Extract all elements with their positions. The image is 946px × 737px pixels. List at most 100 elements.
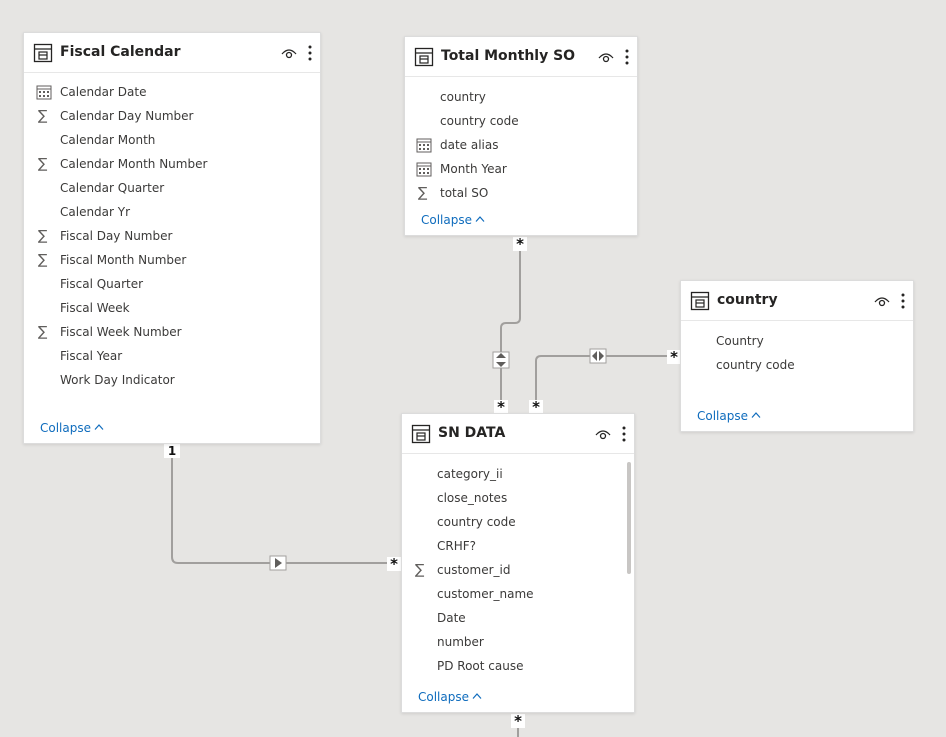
direction-arrow-both-vertical-icon (492, 351, 510, 369)
collapse-link[interactable]: Collapse (421, 213, 485, 227)
more-options-icon[interactable] (307, 44, 313, 62)
field-row[interactable]: ∑ Calendar Day Number (38, 105, 194, 127)
table-header[interactable]: Fiscal Calendar (24, 33, 320, 73)
relationship-fiscal-sn (171, 458, 389, 564)
field-label: Fiscal Month Number (60, 253, 187, 267)
table-title: Total Monthly SO (441, 48, 576, 64)
field-row[interactable]: number (437, 631, 484, 653)
field-row[interactable]: CRHF? (437, 535, 476, 557)
field-row[interactable]: Work Day Indicator (60, 369, 175, 391)
field-label: country (440, 90, 486, 104)
direction-arrow-both-horizontal-icon (589, 348, 607, 364)
collapse-link[interactable]: Collapse (418, 690, 482, 704)
eye-icon[interactable] (595, 427, 611, 441)
cardinality-many-sn-bottom: * (511, 714, 525, 729)
field-row[interactable]: Fiscal Week (60, 297, 130, 319)
field-label: CRHF? (437, 539, 477, 553)
field-label: country code (440, 114, 519, 128)
more-options-icon[interactable] (624, 48, 630, 66)
sigma-icon: ∑ (38, 228, 48, 244)
table-header[interactable]: country (681, 281, 913, 321)
field-label: country code (716, 358, 795, 372)
field-label: Work Day Indicator (60, 373, 175, 387)
field-row[interactable]: ∑ customer_id (415, 559, 511, 581)
field-label: total SO (440, 186, 489, 200)
field-row[interactable]: ∑ total SO (418, 182, 489, 204)
more-options-icon[interactable] (621, 425, 627, 443)
field-row[interactable]: close_notes (437, 487, 507, 509)
sigma-icon: ∑ (418, 185, 428, 201)
sigma-icon: ∑ (38, 324, 48, 340)
table-icon (414, 47, 434, 67)
collapse-label: Collapse (697, 409, 748, 423)
collapse-link[interactable]: Collapse (40, 421, 104, 435)
field-label: Fiscal Week (60, 301, 130, 315)
calendar-icon (416, 137, 432, 153)
table-icon (690, 291, 710, 311)
table-card-sn-data[interactable]: SN DATA category_ii close_notes country co… (401, 413, 635, 713)
field-label: Calendar Date (60, 85, 147, 99)
table-card-total-monthly-so[interactable]: Total Monthly SO country country code date… (404, 36, 638, 236)
field-row[interactable]: Fiscal Year (60, 345, 122, 367)
field-row[interactable]: Calendar Month (60, 129, 155, 151)
collapse-link[interactable]: Collapse (697, 409, 761, 423)
cardinality-many-sn-top-right: * (529, 400, 543, 415)
table-card-country[interactable]: country Country country code Collapse (680, 280, 914, 432)
field-row[interactable]: country code (437, 511, 516, 533)
field-row[interactable]: Calendar Date (36, 81, 147, 103)
collapse-label: Collapse (418, 690, 469, 704)
field-row[interactable]: Month Year (416, 158, 507, 180)
field-row[interactable]: Fiscal Quarter (60, 273, 143, 295)
eye-icon[interactable] (281, 46, 297, 60)
field-row[interactable]: Calendar Quarter (60, 177, 164, 199)
table-title: country (717, 292, 778, 308)
table-header[interactable]: SN DATA (402, 414, 634, 454)
field-row[interactable]: Calendar Yr (60, 201, 130, 223)
chevron-up-icon (751, 412, 761, 418)
field-row[interactable]: ∑ Fiscal Month Number (38, 249, 187, 271)
table-header[interactable]: Total Monthly SO (405, 37, 637, 77)
field-row[interactable]: Country (716, 330, 764, 352)
calendar-icon (416, 161, 432, 177)
eye-icon[interactable] (598, 50, 614, 64)
collapse-label: Collapse (40, 421, 91, 435)
field-label: Fiscal Day Number (60, 229, 173, 243)
cardinality-many-country: * (667, 350, 681, 365)
field-row[interactable]: country code (440, 110, 519, 132)
field-label: PD Root cause (437, 659, 524, 673)
field-row[interactable]: ∑ Fiscal Day Number (38, 225, 173, 247)
field-row[interactable]: category_ii (437, 463, 503, 485)
table-icon (411, 424, 431, 444)
field-row[interactable]: ∑ Fiscal Week Number (38, 321, 182, 343)
scrollbar[interactable] (627, 462, 631, 574)
chevron-up-icon (94, 424, 104, 430)
field-label: Month Year (440, 162, 507, 176)
field-row[interactable]: date alias (416, 134, 499, 156)
table-title: SN DATA (438, 425, 506, 441)
more-options-icon[interactable] (900, 292, 906, 310)
field-label: number (437, 635, 484, 649)
field-row[interactable]: Date (437, 607, 466, 629)
table-title: Fiscal Calendar (60, 44, 181, 60)
cardinality-many-monthly: * (513, 237, 527, 252)
field-row[interactable]: customer_name (437, 583, 534, 605)
sigma-icon: ∑ (38, 156, 48, 172)
eye-icon[interactable] (874, 294, 890, 308)
field-row[interactable]: PD Root cause (437, 655, 523, 677)
field-row[interactable]: ∑ Calendar Month Number (38, 153, 207, 175)
field-label: Date (437, 611, 466, 625)
cardinality-one-fiscal: 1 (164, 444, 180, 458)
sigma-icon: ∑ (38, 108, 48, 124)
field-label: Country (716, 334, 764, 348)
cardinality-many-sn-top-left: * (494, 400, 508, 415)
field-label: customer_id (437, 563, 511, 577)
field-row[interactable]: country (440, 86, 486, 108)
field-label: Calendar Day Number (60, 109, 194, 123)
field-row[interactable]: country code (716, 354, 795, 376)
relationship-monthly-sn (500, 250, 521, 400)
field-label: Fiscal Week Number (60, 325, 182, 339)
field-label: Fiscal Quarter (60, 277, 144, 291)
field-label: Calendar Quarter (60, 181, 165, 195)
table-card-fiscal-calendar[interactable]: Fiscal Calendar Calendar Date ∑ Calendar D… (23, 32, 321, 444)
field-label: Calendar Month (60, 133, 156, 147)
